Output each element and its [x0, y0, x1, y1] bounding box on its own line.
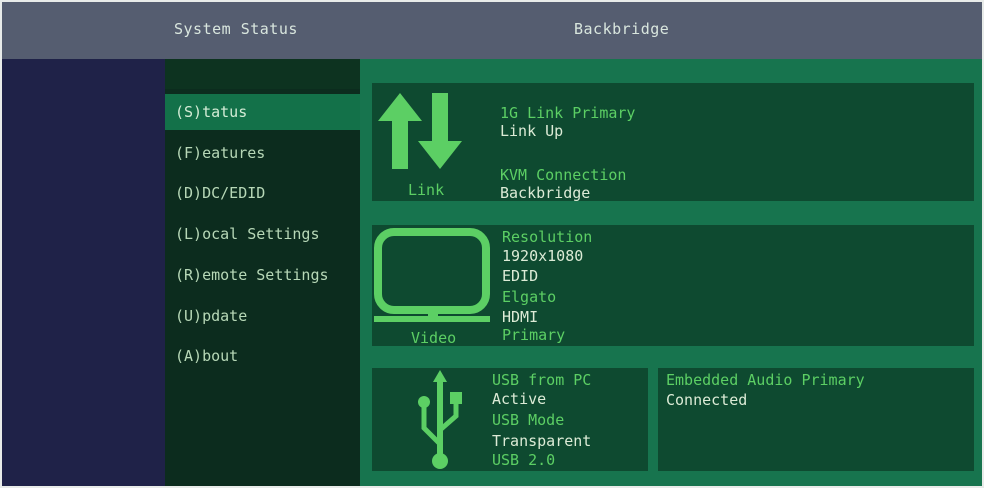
- video-panel: Video Resolution 1920x1080 EDID Elgato H…: [372, 225, 974, 347]
- nav-top-strip: [165, 59, 360, 89]
- video-caption: Video: [411, 329, 457, 347]
- usb-mode-label: USB Mode: [492, 411, 565, 429]
- edid-value: Elgato: [502, 288, 557, 306]
- nav-item-ddc-edid[interactable]: (D)DC/EDID: [165, 175, 360, 211]
- kvm-connection-label: KVM Connection: [500, 166, 627, 184]
- nav-item-remote-settings[interactable]: (R)emote Settings: [165, 257, 360, 293]
- link-arrows-icon: [378, 93, 462, 169]
- kvm-connection-value: Backbridge: [500, 184, 591, 202]
- header-left-title: System Status: [174, 20, 298, 38]
- nav-item-about[interactable]: (A)bout: [165, 338, 360, 374]
- status-content: Link 1G Link Primary Link Up KVM Connect…: [360, 59, 982, 486]
- usb-from-pc-value: Active: [492, 390, 547, 408]
- monitor-icon: [374, 228, 490, 322]
- resolution-label: Resolution: [502, 228, 593, 246]
- header-right-title: Backbridge: [574, 20, 670, 38]
- usb-icon: [418, 370, 462, 469]
- audio-panel: Embedded Audio Primary Connected: [658, 368, 974, 471]
- usb-version-label: USB 2.0: [492, 451, 556, 469]
- audio-value: Connected: [666, 391, 748, 409]
- usb-from-pc-label: USB from PC: [492, 371, 592, 389]
- edid-label: EDID: [502, 267, 539, 285]
- link-primary-value: Link Up: [500, 122, 564, 140]
- nav-item-update[interactable]: (U)pdate: [165, 298, 360, 334]
- hdmi-label: HDMI: [502, 308, 539, 326]
- link-panel: Link 1G Link Primary Link Up KVM Connect…: [372, 83, 974, 202]
- link-primary-label: 1G Link Primary: [500, 104, 636, 122]
- nav-item-local-settings[interactable]: (L)ocal Settings: [165, 216, 360, 252]
- usb-mode-value: Transparent: [492, 432, 592, 450]
- resolution-value: 1920x1080: [502, 247, 584, 265]
- header-bar: System Status Backbridge: [2, 2, 982, 59]
- hdmi-value: Primary: [502, 326, 566, 344]
- nav-item-status[interactable]: (S)tatus: [165, 94, 360, 130]
- audio-label: Embedded Audio Primary: [666, 371, 865, 389]
- link-caption: Link: [408, 181, 445, 199]
- usb-panel: USB from PC Active USB Mode Transparent …: [372, 368, 648, 471]
- kvm-status-screen: System Status Backbridge (S)tatus (F)eat…: [2, 2, 982, 486]
- nav-item-features[interactable]: (F)eatures: [165, 135, 360, 171]
